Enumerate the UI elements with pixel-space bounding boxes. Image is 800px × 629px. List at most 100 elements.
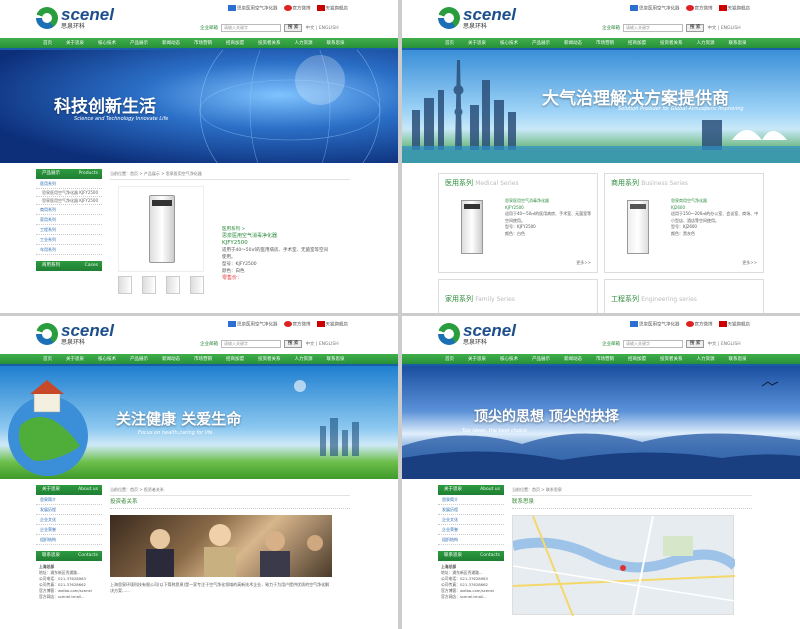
search-input[interactable]: 请输入关键字	[221, 24, 281, 32]
series-card-family[interactable]: 家用系列 Family Series	[438, 279, 598, 313]
nav-hr[interactable]: 人力资源	[288, 354, 320, 364]
search-button[interactable]: 搜 索	[284, 340, 303, 348]
sidebar-item-history[interactable]: 发展历程	[438, 505, 504, 515]
toplink-product[interactable]: 思泉医用空气净化器	[630, 321, 680, 328]
sidebar-item-intro[interactable]: 思泉简介	[36, 495, 102, 505]
sidebar-item-history[interactable]: 发展历程	[36, 505, 102, 515]
language-switch[interactable]: 中文 | ENGLISH	[305, 341, 338, 347]
toplink-weibo[interactable]: 官方微博	[283, 321, 311, 328]
nav-products[interactable]: 产品展示	[525, 38, 557, 48]
language-switch[interactable]: 中文 | ENGLISH	[305, 25, 338, 31]
toplink-weibo[interactable]: 官方微博	[283, 5, 311, 12]
more-link[interactable]: 更多>>	[576, 260, 591, 266]
series-card-medical[interactable]: 医用系列 Medical Series 思泉医用空气消毒净化器 KJFY2500…	[438, 173, 598, 273]
nav-contact[interactable]: 联系思泉	[722, 354, 754, 364]
nav-hr[interactable]: 人力资源	[690, 38, 722, 48]
logo[interactable]: scenel 思泉环科	[438, 6, 516, 30]
nav-about[interactable]: 关于思泉	[461, 38, 493, 48]
nav-hr[interactable]: 人力资源	[690, 354, 722, 364]
logo[interactable]: scenel 思泉环科	[36, 322, 114, 346]
nav-contact[interactable]: 联系思泉	[320, 354, 352, 364]
nav-products[interactable]: 产品展示	[525, 354, 557, 364]
nav-investors[interactable]: 投资者关系	[251, 354, 288, 364]
sidebar-item-home[interactable]: 家用系列	[36, 215, 102, 225]
nav-home[interactable]: 首页	[36, 38, 59, 48]
nav-tech[interactable]: 核心技术	[493, 38, 525, 48]
language-switch[interactable]: 中文 | ENGLISH	[707, 341, 740, 347]
search-button[interactable]: 搜 索	[284, 24, 303, 32]
mail-link[interactable]: 企业邮箱	[200, 341, 218, 347]
sidebar-item-engineering[interactable]: 工程系列	[36, 225, 102, 235]
series-card-business[interactable]: 商用系列 Business Series 思泉商用空气净化器 KJ2600 适用…	[604, 173, 764, 273]
nav-investors[interactable]: 投资者关系	[251, 38, 288, 48]
nav-tech[interactable]: 核心技术	[91, 354, 123, 364]
language-switch[interactable]: 中文 | ENGLISH	[707, 25, 740, 31]
sidebar-item-structure[interactable]: 组织结构	[438, 535, 504, 545]
nav-investors[interactable]: 投资者关系	[653, 354, 690, 364]
sidebar-item-honors[interactable]: 企业荣誉	[438, 525, 504, 535]
sidebar-item-business[interactable]: 商用系列	[36, 205, 102, 215]
nav-franchise[interactable]: 招商加盟	[621, 38, 653, 48]
toplink-tmall[interactable]: 天猫旗舰店	[316, 5, 348, 12]
logo[interactable]: scenel 思泉环科	[438, 322, 516, 346]
nav-investors[interactable]: 投资者关系	[653, 38, 690, 48]
series-card-engineering[interactable]: 工程系列 Engineering series	[604, 279, 764, 313]
nav-franchise[interactable]: 招商加盟	[621, 354, 653, 364]
toplink-weibo[interactable]: 官方微博	[685, 5, 713, 12]
nav-news[interactable]: 新闻动态	[155, 354, 187, 364]
mail-link[interactable]: 企业邮箱	[602, 341, 620, 347]
nav-about[interactable]: 关于思泉	[59, 354, 91, 364]
location-map[interactable]	[512, 515, 735, 616]
search-button[interactable]: 搜 索	[686, 340, 705, 348]
thumbnail[interactable]	[166, 276, 180, 294]
toplink-weibo[interactable]: 官方微博	[685, 321, 713, 328]
toplink-tmall[interactable]: 天猫旗舰店	[316, 321, 348, 328]
product-series-link[interactable]: 医用系列 >	[222, 226, 332, 233]
nav-contact[interactable]: 联系思泉	[722, 38, 754, 48]
nav-franchise[interactable]: 招商加盟	[219, 354, 251, 364]
toplink-product[interactable]: 思泉医用空气净化器	[630, 5, 680, 12]
sidebar-item-culture[interactable]: 企业文化	[36, 515, 102, 525]
nav-news[interactable]: 新闻动态	[155, 38, 187, 48]
nav-marketing[interactable]: 市场营销	[589, 38, 621, 48]
nav-franchise[interactable]: 招商加盟	[219, 38, 251, 48]
toplink-product[interactable]: 思泉医用空气净化器	[228, 5, 278, 12]
sidebar-subitem[interactable]: 思泉医用空气净化器 KJFY2500	[36, 197, 102, 205]
mail-link[interactable]: 企业邮箱	[200, 25, 218, 31]
search-input[interactable]: 请输入关键字	[623, 340, 683, 348]
nav-contact[interactable]: 联系思泉	[320, 38, 352, 48]
mail-link[interactable]: 企业邮箱	[602, 25, 620, 31]
nav-home[interactable]: 首页	[438, 354, 461, 364]
sidebar-item-culture[interactable]: 企业文化	[438, 515, 504, 525]
nav-news[interactable]: 新闻动态	[557, 38, 589, 48]
more-link[interactable]: 更多>>	[742, 260, 757, 266]
sidebar-item-car[interactable]: 车用系列	[36, 245, 102, 255]
nav-hr[interactable]: 人力资源	[288, 38, 320, 48]
nav-about[interactable]: 关于思泉	[461, 354, 493, 364]
thumbnail[interactable]	[142, 276, 156, 294]
thumbnail[interactable]	[190, 276, 204, 294]
nav-home[interactable]: 首页	[438, 38, 461, 48]
nav-news[interactable]: 新闻动态	[557, 354, 589, 364]
search-input[interactable]: 请输入关键字	[221, 340, 281, 348]
nav-home[interactable]: 首页	[36, 354, 59, 364]
nav-tech[interactable]: 核心技术	[91, 38, 123, 48]
sidebar-item-honors[interactable]: 企业荣誉	[36, 525, 102, 535]
thumbnail[interactable]	[118, 276, 132, 294]
nav-about[interactable]: 关于思泉	[59, 38, 91, 48]
toplink-tmall[interactable]: 天猫旗舰店	[718, 321, 750, 328]
toplink-product[interactable]: 思泉医用空气净化器	[228, 321, 278, 328]
nav-marketing[interactable]: 市场营销	[187, 354, 219, 364]
sidebar-item-structure[interactable]: 组织结构	[36, 535, 102, 545]
search-input[interactable]: 请输入关键字	[623, 24, 683, 32]
nav-products[interactable]: 产品展示	[123, 38, 155, 48]
nav-marketing[interactable]: 市场营销	[187, 38, 219, 48]
sidebar-item-industry[interactable]: 工业系列	[36, 235, 102, 245]
nav-products[interactable]: 产品展示	[123, 354, 155, 364]
logo[interactable]: scenel 思泉环科	[36, 6, 114, 30]
nav-marketing[interactable]: 市场营销	[589, 354, 621, 364]
sidebar-item-medical[interactable]: 医用系列	[36, 179, 102, 189]
nav-tech[interactable]: 核心技术	[493, 354, 525, 364]
sidebar-subitem[interactable]: 思泉医用空气净化器 KJFY2500	[36, 189, 102, 197]
toplink-tmall[interactable]: 天猫旗舰店	[718, 5, 750, 12]
